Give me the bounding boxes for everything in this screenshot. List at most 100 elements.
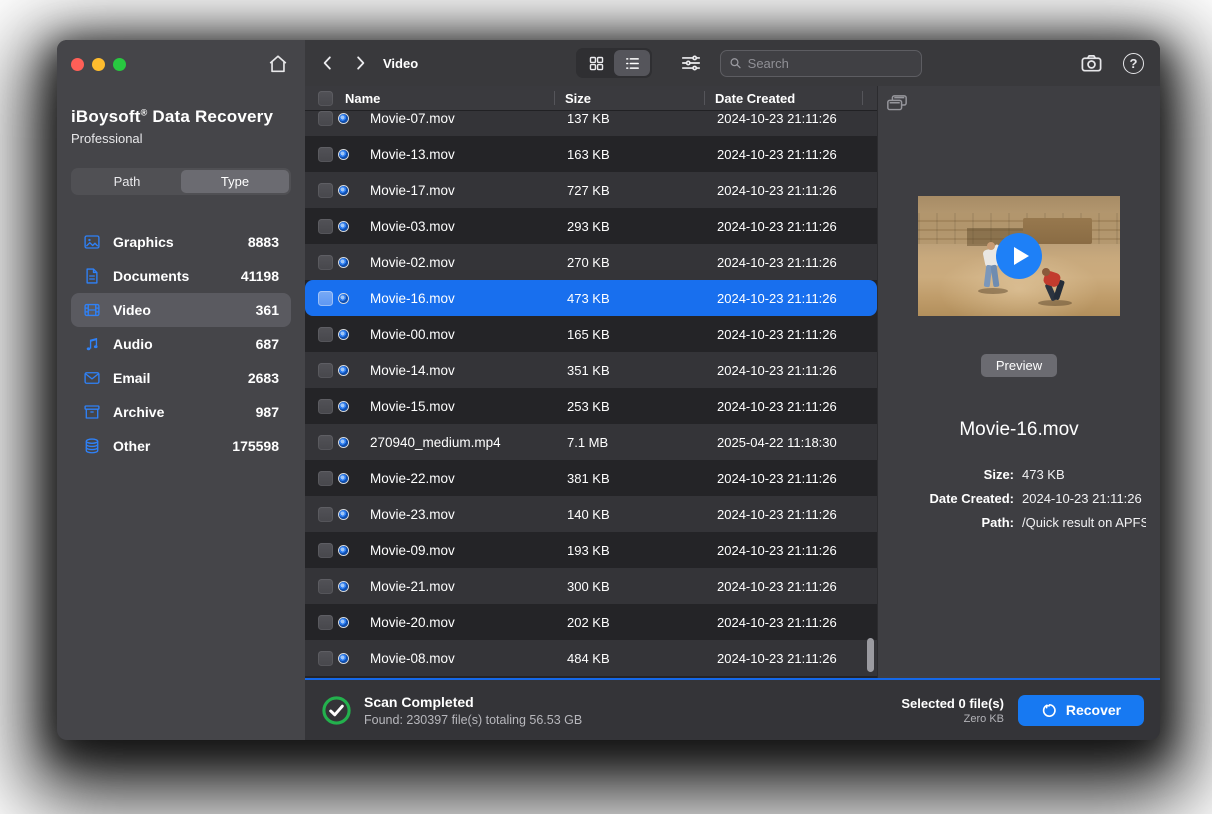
close-window-button[interactable] xyxy=(71,58,84,71)
file-date: 2024-10-23 21:11:26 xyxy=(707,543,877,558)
file-date: 2024-10-23 21:11:26 xyxy=(707,363,877,378)
back-icon[interactable] xyxy=(319,54,337,72)
table-row[interactable]: Movie-21.mov300 KB2024-10-23 21:11:26 xyxy=(305,568,877,604)
history-nav xyxy=(319,54,369,72)
file-name: Movie-23.mov xyxy=(369,507,557,522)
list-view-icon[interactable] xyxy=(614,50,650,76)
row-checkbox[interactable] xyxy=(318,183,333,198)
table-row[interactable]: Movie-02.mov270 KB2024-10-23 21:11:26 xyxy=(305,244,877,280)
table-row[interactable]: Movie-22.mov381 KB2024-10-23 21:11:26 xyxy=(305,460,877,496)
row-checkbox[interactable] xyxy=(318,615,333,630)
file-name: Movie-14.mov xyxy=(369,363,557,378)
table-row[interactable]: Movie-23.mov140 KB2024-10-23 21:11:26 xyxy=(305,496,877,532)
column-header-size[interactable]: Size xyxy=(555,86,705,110)
scan-status-title: Scan Completed xyxy=(364,694,582,710)
sidebar-item-audio[interactable]: Audio687 xyxy=(71,327,291,361)
sidebar-item-email[interactable]: Email2683 xyxy=(71,361,291,395)
file-date: 2024-10-23 21:11:26 xyxy=(707,651,877,666)
email-icon xyxy=(83,369,101,387)
home-icon[interactable] xyxy=(267,53,289,75)
row-checkbox[interactable] xyxy=(318,435,333,450)
sidebar-item-other[interactable]: Other175598 xyxy=(71,429,291,463)
scan-status-detail: Found: 230397 file(s) totaling 56.53 GB xyxy=(364,713,582,727)
row-checkbox[interactable] xyxy=(318,579,333,594)
zoom-window-button[interactable] xyxy=(113,58,126,71)
grid-view-icon[interactable] xyxy=(578,50,614,76)
preview-button[interactable]: Preview xyxy=(981,354,1057,377)
file-date: 2024-10-23 21:11:26 xyxy=(707,507,877,522)
help-icon[interactable]: ? xyxy=(1123,53,1144,74)
row-checkbox[interactable] xyxy=(318,111,333,126)
detail-label: Size: xyxy=(892,467,1014,482)
minimize-window-button[interactable] xyxy=(92,58,105,71)
column-header-date[interactable]: Date Created xyxy=(705,86,877,110)
row-checkbox[interactable] xyxy=(318,327,333,342)
video-thumbnail[interactable] xyxy=(918,196,1120,316)
sidebar-item-count: 2683 xyxy=(248,370,279,386)
table-row[interactable]: Movie-20.mov202 KB2024-10-23 21:11:26 xyxy=(305,604,877,640)
file-size: 7.1 MB xyxy=(557,435,707,450)
row-checkbox[interactable] xyxy=(318,363,333,378)
file-date: 2024-10-23 21:11:26 xyxy=(707,255,877,270)
detail-row: Path:/Quick result on APFS/... xyxy=(892,515,1146,530)
row-checkbox[interactable] xyxy=(318,651,333,666)
row-checkbox[interactable] xyxy=(318,255,333,270)
view-mode-toggle xyxy=(576,48,652,78)
table-row[interactable]: Movie-17.mov727 KB2024-10-23 21:11:26 xyxy=(305,172,877,208)
scrollbar-thumb[interactable] xyxy=(867,638,874,672)
file-date: 2024-10-23 21:11:26 xyxy=(707,147,877,162)
file-size: 202 KB xyxy=(557,615,707,630)
sidebar-item-count: 987 xyxy=(256,404,279,420)
table-row[interactable]: Movie-13.mov163 KB2024-10-23 21:11:26 xyxy=(305,136,877,172)
table-row[interactable]: 270940_medium.mp47.1 MB2025-04-22 11:18:… xyxy=(305,424,877,460)
table-row[interactable]: Movie-07.mov137 KB2024-10-23 21:11:26 xyxy=(305,110,877,136)
row-checkbox[interactable] xyxy=(318,399,333,414)
detail-label: Path: xyxy=(892,515,1014,530)
row-checkbox[interactable] xyxy=(318,543,333,558)
file-details: Size:473 KBDate Created:2024-10-23 21:11… xyxy=(878,467,1160,530)
table-row[interactable]: Movie-14.mov351 KB2024-10-23 21:11:26 xyxy=(305,352,877,388)
table-row[interactable]: Movie-00.mov165 KB2024-10-23 21:11:26 xyxy=(305,316,877,352)
row-checkbox[interactable] xyxy=(318,507,333,522)
recover-button[interactable]: Recover xyxy=(1018,695,1144,726)
select-all-checkbox[interactable] xyxy=(318,91,333,106)
table-row[interactable]: Movie-08.mov484 KB2024-10-23 21:11:26 xyxy=(305,640,877,676)
file-size: 484 KB xyxy=(557,651,707,666)
file-name: Movie-21.mov xyxy=(369,579,557,594)
sidebar-item-label: Documents xyxy=(113,268,241,284)
play-icon xyxy=(1014,247,1029,265)
toolbar: Video xyxy=(305,40,1160,86)
table-row[interactable]: Movie-09.mov193 KB2024-10-23 21:11:26 xyxy=(305,532,877,568)
tab-type[interactable]: Type xyxy=(181,170,289,193)
column-header-name[interactable]: Name xyxy=(343,86,555,110)
file-date: 2024-10-23 21:11:26 xyxy=(707,291,877,306)
video-icon xyxy=(83,301,101,319)
file-name: Movie-17.mov xyxy=(369,183,557,198)
filter-icon[interactable] xyxy=(680,52,702,74)
sidebar-item-video[interactable]: Video361 xyxy=(71,293,291,327)
sidebar-item-graphics[interactable]: Graphics8883 xyxy=(71,225,291,259)
detach-preview-icon[interactable] xyxy=(886,94,908,112)
table-row[interactable]: Movie-15.mov253 KB2024-10-23 21:11:26 xyxy=(305,388,877,424)
selection-summary: Selected 0 file(s) Zero KB xyxy=(901,696,1004,725)
play-button[interactable] xyxy=(996,233,1042,279)
sidebar-item-documents[interactable]: Documents41198 xyxy=(71,259,291,293)
camera-icon[interactable] xyxy=(1080,52,1103,75)
row-checkbox[interactable] xyxy=(318,471,333,486)
file-date: 2024-10-23 21:11:26 xyxy=(707,111,877,126)
row-checkbox[interactable] xyxy=(318,291,333,306)
file-size: 351 KB xyxy=(557,363,707,378)
table-header: Name Size Date Created xyxy=(305,86,877,110)
tab-path[interactable]: Path xyxy=(73,170,181,193)
sidebar-item-label: Audio xyxy=(113,336,256,352)
table-row[interactable]: Movie-16.mov473 KB2024-10-23 21:11:26 xyxy=(305,280,877,316)
row-checkbox[interactable] xyxy=(318,219,333,234)
file-name: Movie-03.mov xyxy=(369,219,557,234)
forward-icon[interactable] xyxy=(351,54,369,72)
file-size: 381 KB xyxy=(557,471,707,486)
sidebar-item-archive[interactable]: Archive987 xyxy=(71,395,291,429)
search-input[interactable] xyxy=(748,56,913,71)
table-row[interactable]: Movie-03.mov293 KB2024-10-23 21:11:26 xyxy=(305,208,877,244)
row-checkbox[interactable] xyxy=(318,147,333,162)
sidebar-item-label: Video xyxy=(113,302,256,318)
